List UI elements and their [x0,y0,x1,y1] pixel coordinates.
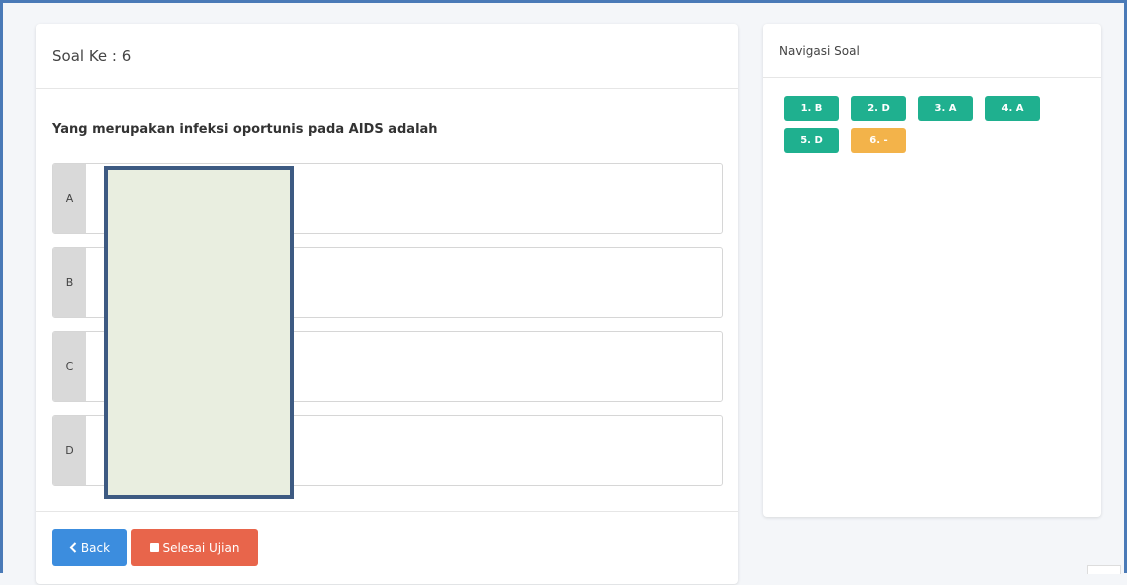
question-footer: Back Selesai Ujian [36,511,738,585]
back-button[interactable]: Back [52,529,127,566]
nav-question-5[interactable]: 5. D [784,128,839,153]
nav-question-1[interactable]: 1. B [784,96,839,121]
stop-icon [149,543,159,552]
option-letter: A [53,164,86,233]
option-letter: B [53,248,86,317]
finish-exam-button[interactable]: Selesai Ujian [131,529,258,566]
question-card: Soal Ke : 6 Yang merupakan infeksi oport… [36,24,738,584]
question-navigation-card: Navigasi Soal 1. B 2. D 3. A 4. A 5. D 6… [763,24,1101,517]
nav-question-3[interactable]: 3. A [918,96,973,121]
nav-question-2[interactable]: 2. D [851,96,906,121]
back-button-label: Back [80,540,111,555]
finish-exam-button-label: Selesai Ujian [162,540,240,555]
nav-question-4[interactable]: 4. A [985,96,1040,121]
option-letter: D [53,416,86,485]
option-letter: C [53,332,86,401]
question-number-header: Soal Ke : 6 [36,24,738,89]
redaction-box [104,166,294,499]
navigation-title: Navigasi Soal [763,24,1101,78]
nav-question-6[interactable]: 6. - [851,128,906,153]
question-text: Yang merupakan infeksi oportunis pada AI… [52,122,438,137]
chevron-left-icon [69,542,77,553]
